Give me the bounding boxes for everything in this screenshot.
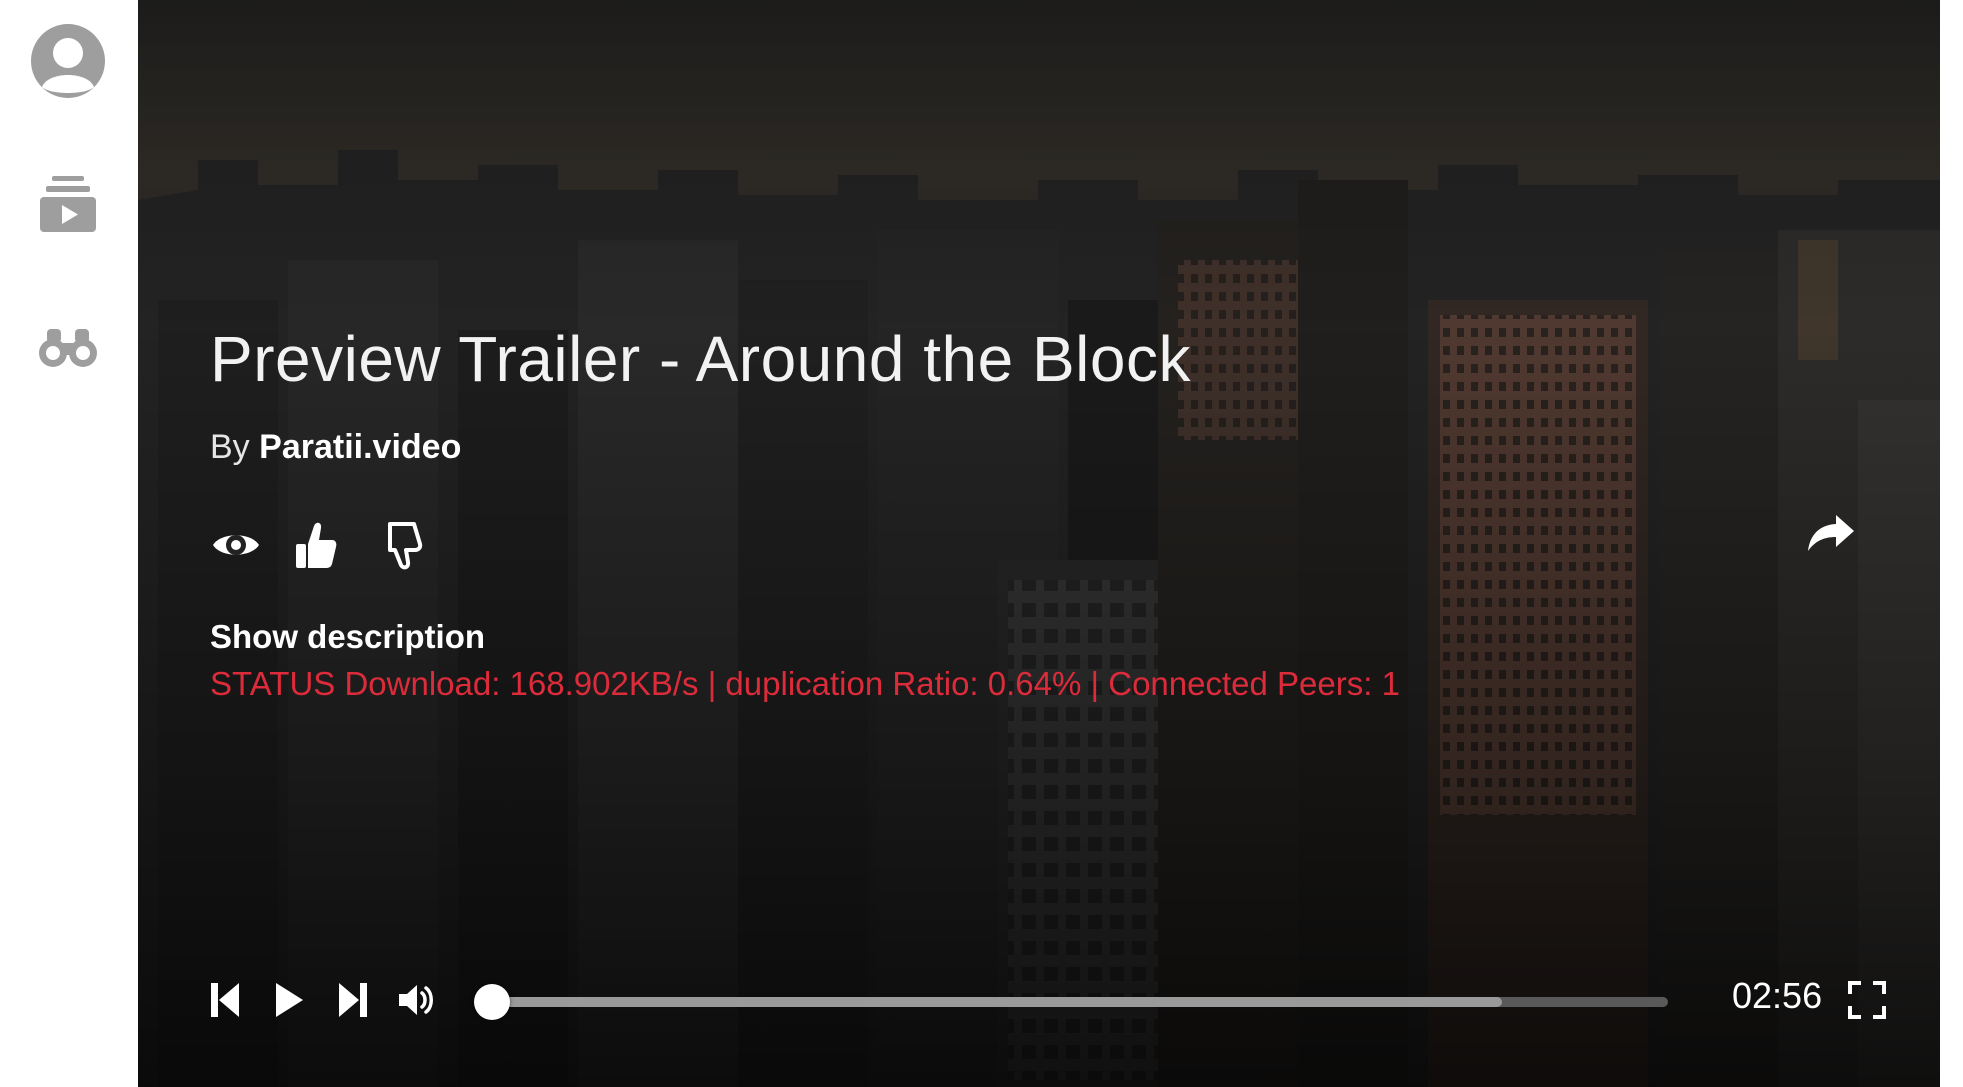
- next-button[interactable]: [326, 965, 380, 1035]
- skip-next-icon: [339, 983, 367, 1017]
- video-byline: By Paratii.video: [210, 428, 461, 467]
- user-avatar-icon: [31, 24, 105, 98]
- previous-button[interactable]: [198, 965, 252, 1035]
- video-title: Preview Trailer - Around the Block: [210, 323, 1191, 395]
- show-description-toggle[interactable]: Show description: [210, 618, 485, 656]
- buffered-fill: [480, 997, 1502, 1007]
- time-remaining: 02:56: [1732, 975, 1823, 1016]
- sidebar-item-playlists[interactable]: [29, 165, 107, 243]
- fullscreen-icon: [1848, 981, 1886, 1019]
- thumbs-down-icon: [388, 522, 423, 570]
- fullscreen-button[interactable]: [1840, 965, 1894, 1035]
- eye-icon: [213, 535, 259, 555]
- p2p-status-text: STATUS Download: 168.902KB/s | duplicati…: [210, 665, 1400, 702]
- binoculars-icon: [39, 329, 97, 367]
- byline-prefix: By: [210, 428, 250, 466]
- sidebar: [0, 0, 138, 1087]
- volume-icon: [399, 985, 433, 1015]
- video-library-icon: [40, 176, 96, 232]
- volume-button[interactable]: [390, 965, 444, 1035]
- author-name[interactable]: Paratii.video: [259, 428, 461, 466]
- thumbs-up-icon: [296, 522, 337, 568]
- video-player[interactable]: Preview Trailer - Around the Block By Pa…: [138, 0, 1940, 1087]
- app: Preview Trailer - Around the Block By Pa…: [0, 0, 1963, 1087]
- progress-bar[interactable]: [473, 984, 1668, 1020]
- progress-handle[interactable]: [473, 984, 510, 1020]
- share-button[interactable]: [1798, 500, 1864, 566]
- views-button[interactable]: [206, 510, 266, 580]
- like-button[interactable]: [286, 510, 346, 580]
- dislike-button[interactable]: [374, 510, 434, 580]
- share-arrow-icon: [1808, 515, 1854, 551]
- player-controls: 02:56: [138, 965, 1940, 1035]
- sidebar-item-discover[interactable]: [29, 308, 107, 386]
- play-icon: [276, 983, 303, 1017]
- sidebar-item-profile[interactable]: [29, 22, 107, 100]
- skip-previous-icon: [211, 983, 239, 1017]
- play-button[interactable]: [262, 965, 316, 1035]
